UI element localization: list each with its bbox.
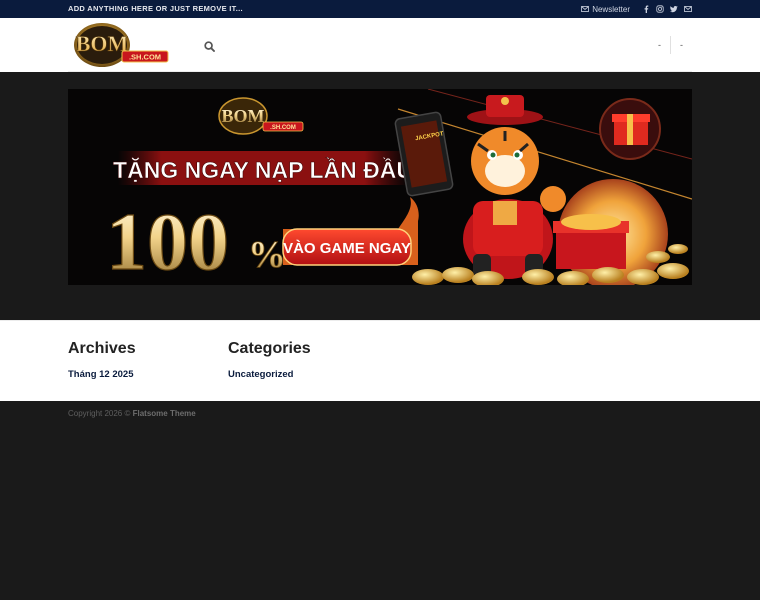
- banner-logo-sub: .SH.COM: [270, 125, 296, 131]
- header-divider-line: [68, 71, 692, 72]
- theme-credit[interactable]: Flatsome Theme: [133, 409, 196, 418]
- site-header: BOM .SH.COM - -: [0, 18, 760, 72]
- widget-categories-title: Categories: [228, 340, 311, 357]
- widget-categories: Categories Uncategorized: [228, 340, 311, 380]
- header-nav-item-1[interactable]: -: [649, 40, 670, 50]
- newsletter-link[interactable]: Newsletter: [581, 5, 630, 14]
- banner-percent-sign: %: [248, 234, 286, 276]
- site-logo[interactable]: BOM .SH.COM: [72, 22, 172, 68]
- banner-headline: TẶNG NGAY NẠP LẦN ĐẦU: [113, 156, 413, 183]
- banner-percent: 100: [106, 196, 229, 285]
- logo-text: BOM: [76, 31, 129, 56]
- banner-cta: VÀO GAME NGAY: [283, 240, 411, 257]
- copyright-text: Copyright 2026 ©: [68, 409, 131, 418]
- site-footer: Copyright 2026 © Flatsome Theme: [0, 401, 760, 600]
- facebook-icon[interactable]: [642, 5, 650, 13]
- instagram-icon[interactable]: [656, 5, 664, 13]
- logo-sub: .SH.COM: [129, 53, 161, 62]
- twitter-icon[interactable]: [670, 5, 678, 13]
- top-bar: ADD ANYTHING HERE OR JUST REMOVE IT... N…: [0, 0, 760, 18]
- envelope-icon[interactable]: [684, 5, 692, 13]
- topbar-right: Newsletter: [581, 0, 692, 18]
- envelope-icon: [581, 5, 590, 13]
- header-nav: - -: [649, 35, 692, 55]
- banner-logo-text: BOM: [222, 106, 265, 126]
- header-nav-item-2[interactable]: -: [671, 40, 692, 50]
- archive-link[interactable]: Tháng 12 2025: [68, 369, 136, 380]
- search-icon[interactable]: [204, 39, 215, 52]
- category-link[interactable]: Uncategorized: [228, 369, 311, 380]
- copyright: Copyright 2026 © Flatsome Theme: [68, 409, 196, 418]
- newsletter-label: Newsletter: [592, 4, 630, 14]
- widget-archives-title: Archives: [68, 340, 136, 357]
- topbar-text: ADD ANYTHING HERE OR JUST REMOVE IT...: [68, 4, 243, 13]
- promo-banner[interactable]: BOM .SH.COM TẶNG NGAY NẠP LẦN ĐẦU 100 % …: [68, 89, 692, 285]
- widget-archives: Archives Tháng 12 2025: [68, 340, 136, 380]
- footer-widgets: Archives Tháng 12 2025 Categories Uncate…: [0, 320, 760, 401]
